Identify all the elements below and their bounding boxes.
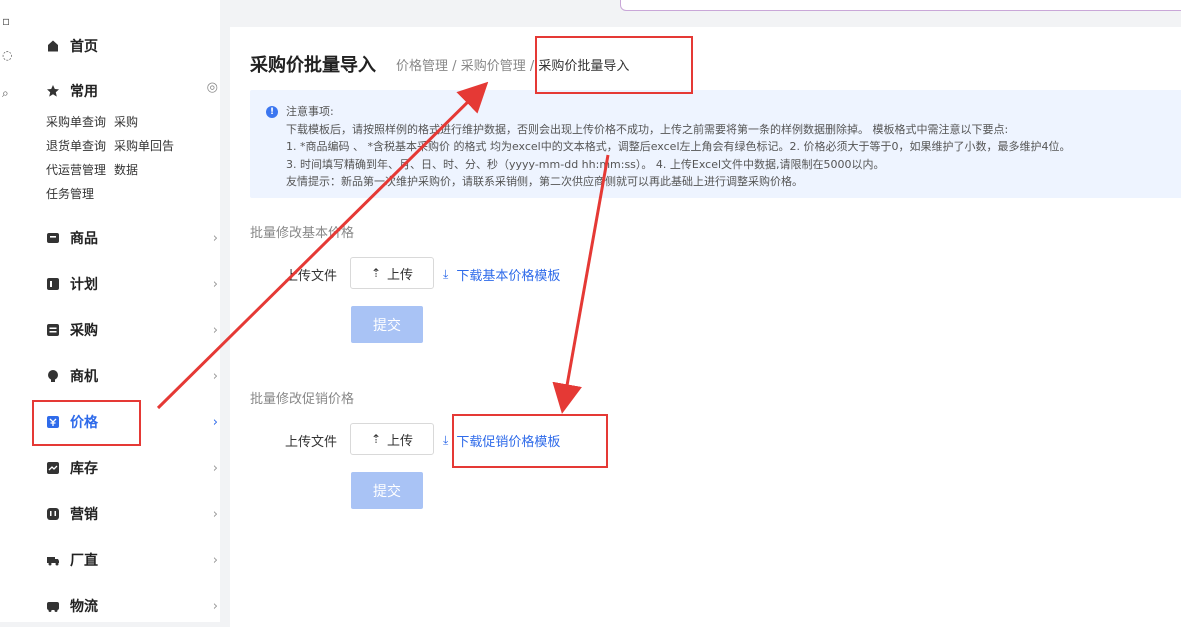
annotation-arrow-to-breadcrumb <box>156 81 489 410</box>
annotation-arrows <box>156 81 610 414</box>
annotation-arrow-to-download <box>552 154 610 414</box>
